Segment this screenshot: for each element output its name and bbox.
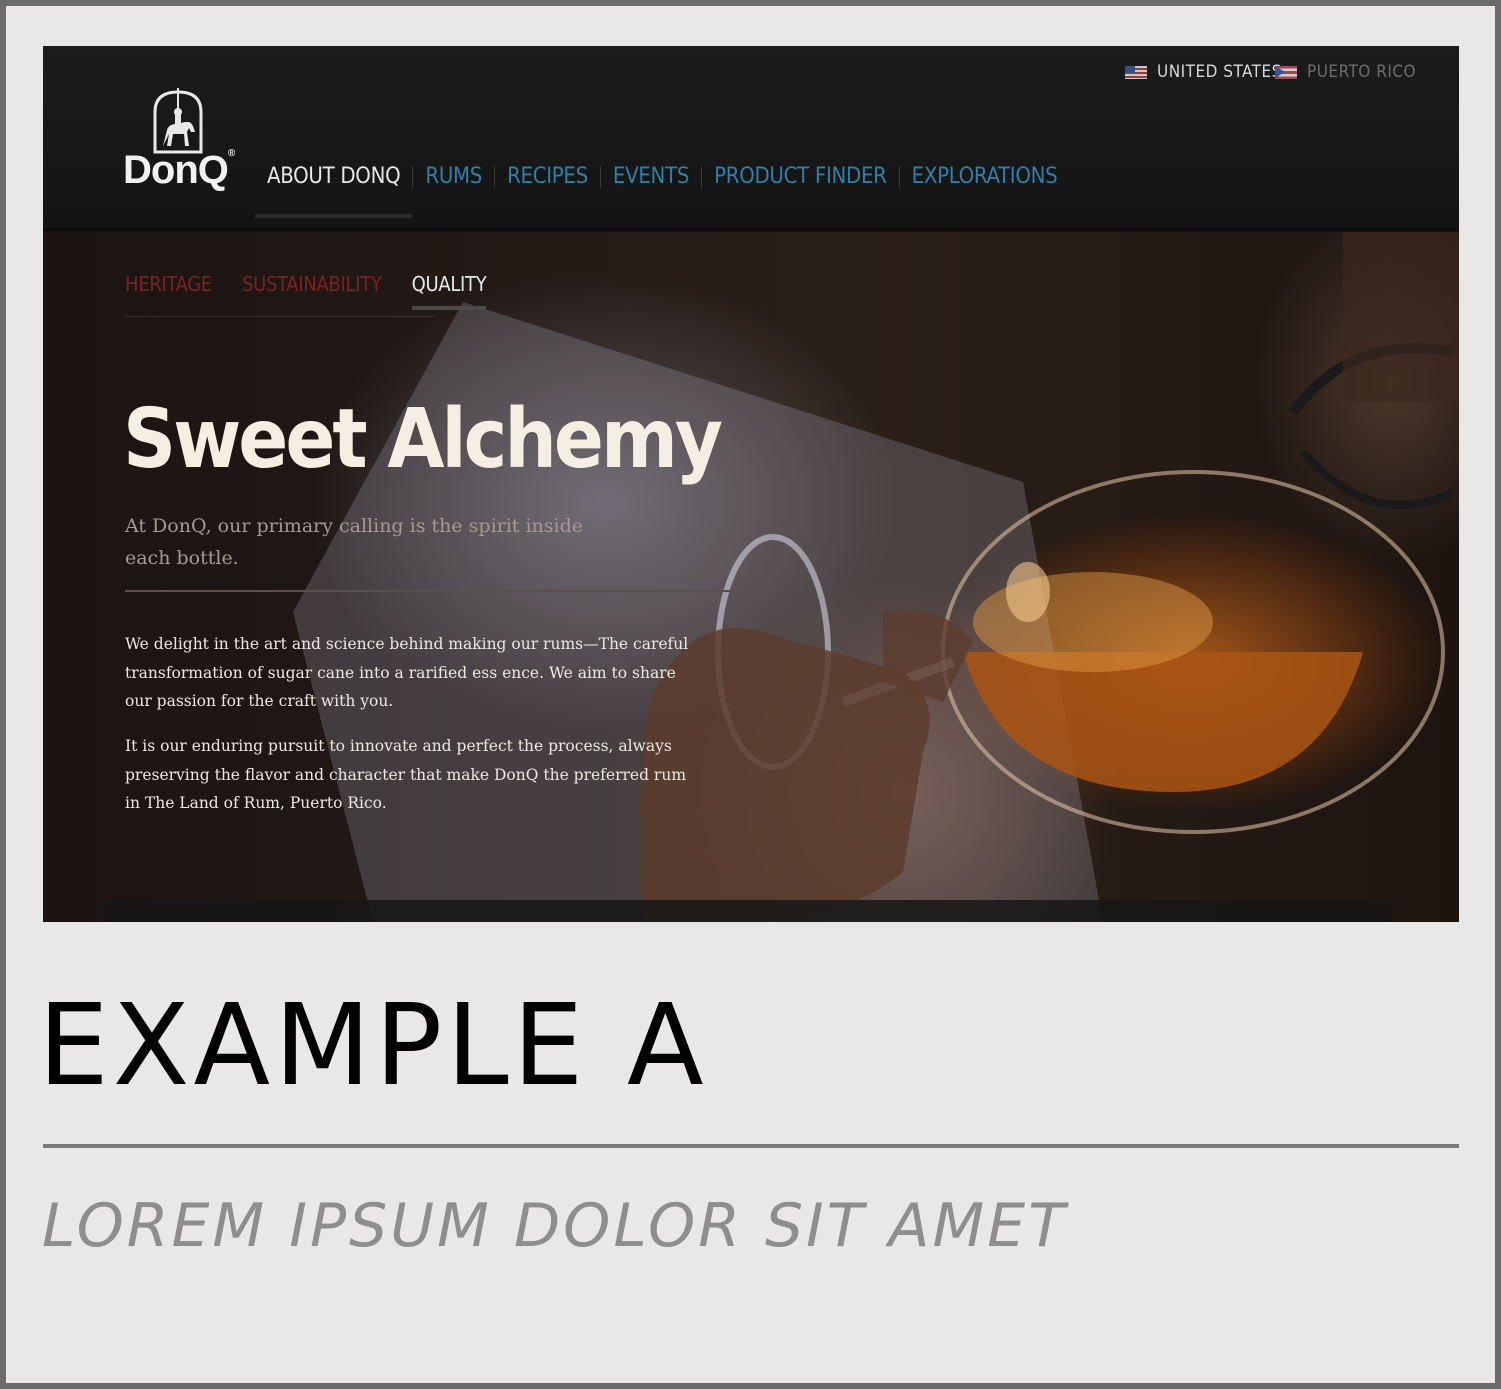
rum-tasting-photo — [293, 232, 1459, 922]
caption-divider — [43, 1144, 1459, 1148]
subnav-heritage[interactable]: HERITAGE — [125, 272, 212, 310]
locale-united-states[interactable]: UNITED STATES — [1125, 62, 1282, 82]
caption-subtitle: LOREM IPSUM DOLOR SIT AMET — [42, 1191, 1068, 1261]
hero-paragraph-1: We delight in the art and science behind… — [125, 635, 689, 710]
puerto-rico-flag-icon — [1275, 65, 1297, 79]
caption-title: EXAMPLE A — [38, 981, 708, 1111]
hero-title: Sweet Alchemy — [123, 392, 723, 487]
subnav-quality[interactable]: QUALITY — [411, 272, 487, 310]
main-nav: ABOUT DONQ RUMS RECIPES EVENTS PRODUCT F… — [255, 164, 1070, 218]
nav-recipes[interactable]: RECIPES — [495, 164, 600, 189]
subnav-sustainability[interactable]: SUSTAINABILITY — [242, 272, 382, 310]
site-header: UNITED STATES PUERTO RICO DonQ® ABOUT DO… — [43, 46, 1459, 230]
donq-logo[interactable]: DonQ® — [121, 88, 237, 198]
sub-nav: HERITAGE SUSTAINABILITY QUALITY — [125, 272, 487, 310]
content-panel-edge — [105, 900, 1391, 922]
website-screenshot: UNITED STATES PUERTO RICO DonQ® ABOUT DO… — [43, 46, 1459, 922]
horse-rider-crest-icon — [153, 88, 203, 154]
subnav-divider — [125, 316, 435, 317]
nav-rums[interactable]: RUMS — [413, 164, 494, 189]
locale-puerto-rico[interactable]: PUERTO RICO — [1275, 62, 1416, 82]
nav-product-finder[interactable]: PRODUCT FINDER — [702, 164, 899, 189]
hero-paragraph-2: It is our enduring pursuit to innovate a… — [125, 737, 687, 812]
locale-label: PUERTO RICO — [1307, 62, 1417, 82]
nav-about-donq[interactable]: ABOUT DONQ — [255, 164, 413, 218]
hero-section: HERITAGE SUSTAINABILITY QUALITY Sweet Al… — [43, 232, 1459, 922]
us-flag-icon — [1125, 65, 1147, 79]
hero-divider — [125, 590, 735, 592]
locale-label: UNITED STATES — [1157, 62, 1282, 82]
logo-wordmark: DonQ® — [123, 148, 235, 192]
nav-explorations[interactable]: EXPLORATIONS — [900, 164, 1070, 189]
nav-events[interactable]: EVENTS — [601, 164, 701, 189]
hero-lead: At DonQ, our primary calling is the spir… — [125, 515, 584, 569]
